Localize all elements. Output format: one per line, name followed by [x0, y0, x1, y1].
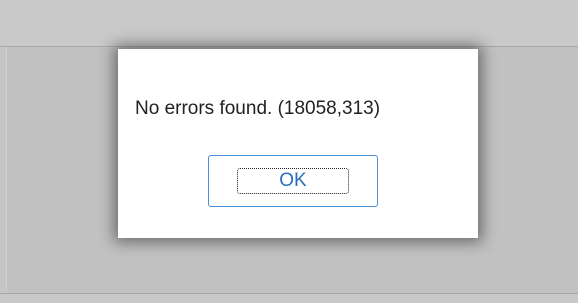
bottom-status-area: [0, 294, 578, 303]
ok-button-label: OK: [279, 170, 307, 191]
dialog-message: No errors found. (18058,313): [135, 98, 381, 119]
message-dialog: No errors found. (18058,313) OK: [118, 49, 478, 238]
ok-button[interactable]: OK: [208, 155, 378, 207]
top-toolbar-area: [0, 0, 578, 47]
